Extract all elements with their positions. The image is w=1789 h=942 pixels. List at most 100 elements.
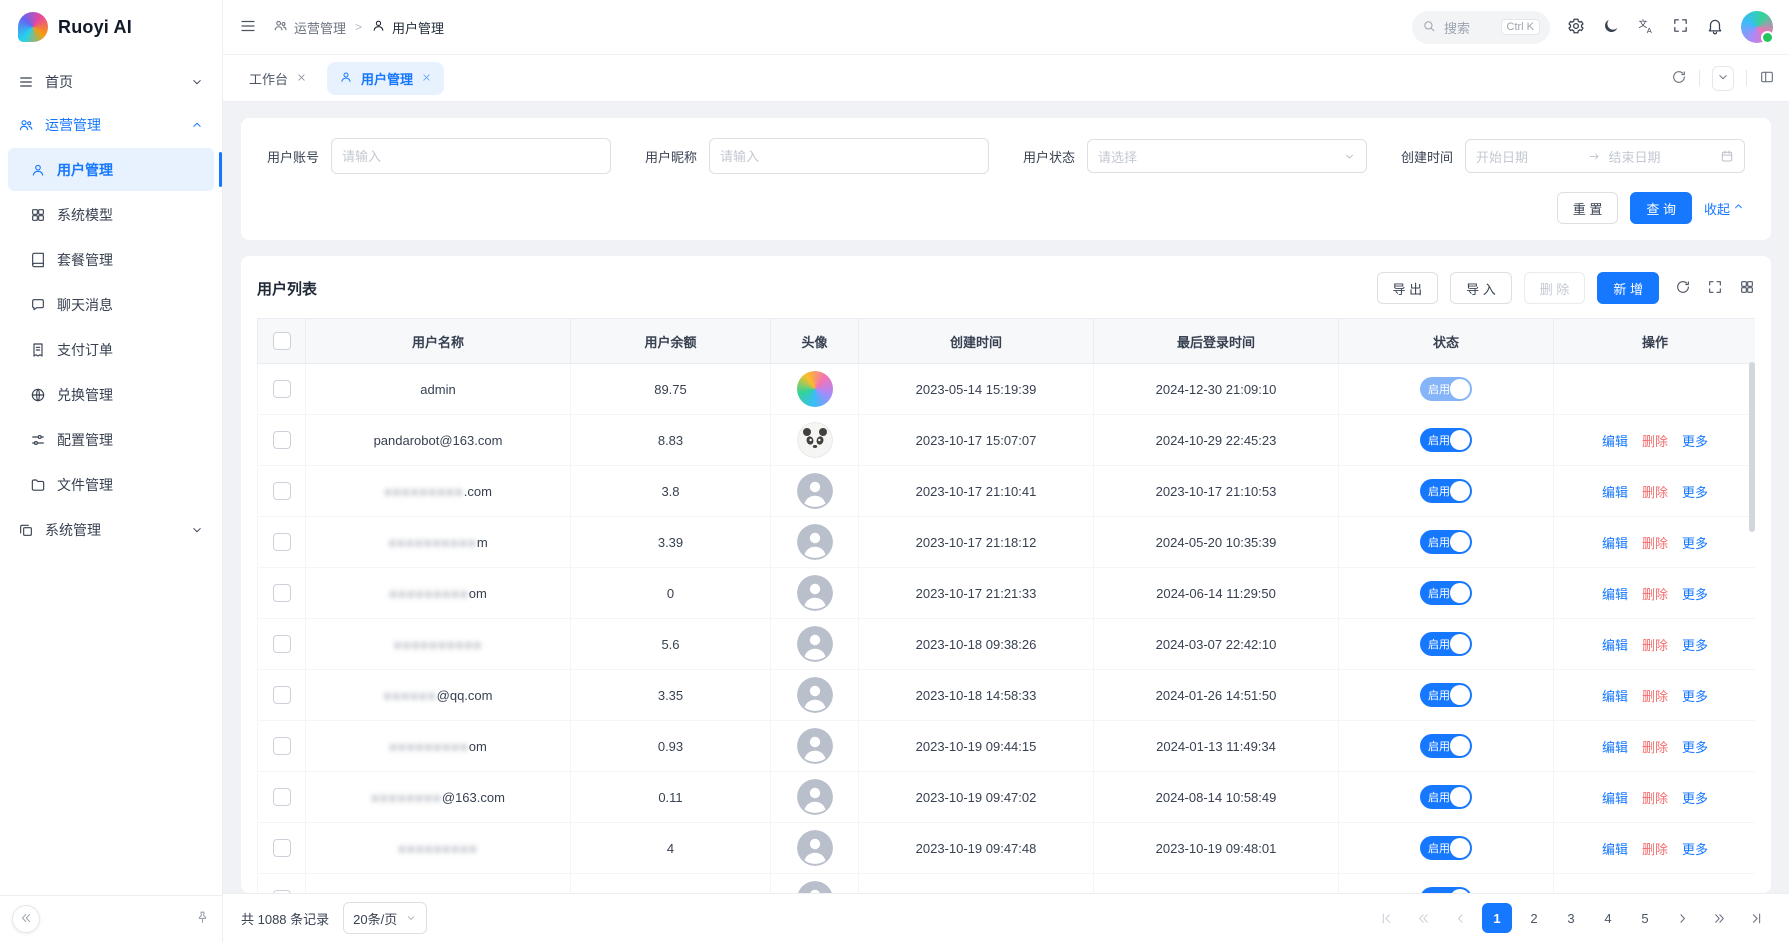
more-link[interactable]: 更多	[1682, 587, 1708, 602]
more-link[interactable]: 更多	[1682, 893, 1708, 894]
last-page-button[interactable]	[1741, 903, 1771, 933]
status-toggle[interactable]: 启用	[1420, 632, 1472, 656]
edit-link[interactable]: 编辑	[1602, 689, 1628, 704]
edit-link[interactable]: 编辑	[1602, 434, 1628, 449]
scrollbar-thumb[interactable]	[1749, 362, 1755, 532]
breadcrumb-item-user-management[interactable]: 用户管理	[371, 18, 444, 37]
close-icon[interactable]	[296, 71, 307, 86]
refresh-tab-button[interactable]	[1671, 69, 1687, 88]
global-search[interactable]: 搜索 Ctrl K	[1412, 11, 1550, 44]
row-checkbox[interactable]	[273, 635, 291, 653]
table-scrollbar[interactable]	[1749, 362, 1755, 893]
row-checkbox[interactable]	[273, 788, 291, 806]
sidebar-item-config-management[interactable]: 配置管理	[8, 418, 214, 461]
account-input[interactable]	[331, 138, 611, 174]
more-link[interactable]: 更多	[1682, 638, 1708, 653]
sidebar-item-exchange-management[interactable]: 兑换管理	[8, 373, 214, 416]
page-button-3[interactable]: 3	[1556, 903, 1586, 933]
sidebar-item-file-management[interactable]: 文件管理	[8, 463, 214, 506]
page-button-1[interactable]: 1	[1482, 903, 1512, 933]
page-button-2[interactable]: 2	[1519, 903, 1549, 933]
page-button-4[interactable]: 4	[1593, 903, 1623, 933]
table-fullscreen-button[interactable]	[1707, 279, 1723, 298]
status-toggle[interactable]: 启用	[1420, 530, 1472, 554]
more-link[interactable]: 更多	[1682, 434, 1708, 449]
sidebar-item-system-management[interactable]: 系统管理	[0, 508, 222, 551]
more-link[interactable]: 更多	[1682, 740, 1708, 755]
row-checkbox[interactable]	[273, 686, 291, 704]
delete-link[interactable]: 删除	[1642, 740, 1668, 755]
page-size-select[interactable]: 20条/页	[343, 902, 427, 934]
more-link[interactable]: 更多	[1682, 536, 1708, 551]
close-icon[interactable]	[421, 71, 432, 86]
status-toggle[interactable]: 启用	[1420, 836, 1472, 860]
notifications-button[interactable]	[1706, 17, 1724, 38]
sidebar-item-home[interactable]: 首页	[0, 60, 222, 103]
first-page-button[interactable]	[1371, 903, 1401, 933]
sidebar-collapse-button[interactable]	[12, 905, 40, 933]
jump-back-button[interactable]	[1408, 903, 1438, 933]
delete-link[interactable]: 删除	[1642, 587, 1668, 602]
sidebar-item-payment-orders[interactable]: 支付订单	[8, 328, 214, 371]
status-select[interactable]: 请选择	[1087, 139, 1367, 173]
dark-mode-button[interactable]	[1602, 17, 1620, 38]
tab-workbench[interactable]: 工作台	[237, 62, 319, 95]
delete-link[interactable]: 删除	[1642, 893, 1668, 894]
status-toggle[interactable]: 启用	[1420, 683, 1472, 707]
sidebar-item-operations[interactable]: 运营管理	[0, 103, 222, 146]
menu-toggle-icon[interactable]	[239, 17, 257, 38]
edit-link[interactable]: 编辑	[1602, 485, 1628, 500]
breadcrumb-item-operations[interactable]: 运营管理	[273, 18, 346, 37]
nickname-input[interactable]	[709, 138, 989, 174]
collapse-filters-link[interactable]: 收起	[1704, 199, 1745, 218]
search-button[interactable]: 查 询	[1630, 192, 1692, 224]
sidebar-item-chat-messages[interactable]: 聊天消息	[8, 283, 214, 326]
delete-link[interactable]: 删除	[1642, 842, 1668, 857]
column-settings-button[interactable]	[1739, 279, 1755, 298]
language-button[interactable]: 文A	[1637, 17, 1655, 38]
jump-forward-button[interactable]	[1704, 903, 1734, 933]
row-checkbox[interactable]	[273, 584, 291, 602]
sidebar-item-system-models[interactable]: 系统模型	[8, 193, 214, 236]
delete-link[interactable]: 删除	[1642, 638, 1668, 653]
status-toggle[interactable]: 启用	[1420, 581, 1472, 605]
row-checkbox[interactable]	[273, 890, 291, 893]
edit-link[interactable]: 编辑	[1602, 893, 1628, 894]
edit-link[interactable]: 编辑	[1602, 587, 1628, 602]
tab-options-button[interactable]	[1712, 66, 1734, 91]
status-toggle[interactable]: 启用	[1420, 377, 1472, 401]
edit-link[interactable]: 编辑	[1602, 536, 1628, 551]
more-link[interactable]: 更多	[1682, 842, 1708, 857]
sidebar-item-user-management[interactable]: 用户管理	[8, 148, 214, 191]
status-toggle[interactable]: 启用	[1420, 887, 1472, 893]
fullscreen-button[interactable]	[1672, 17, 1689, 37]
row-checkbox[interactable]	[273, 431, 291, 449]
date-range-picker[interactable]: 开始日期 结束日期	[1465, 139, 1745, 173]
delete-link[interactable]: 删除	[1642, 791, 1668, 806]
import-button[interactable]: 导 入	[1450, 272, 1512, 304]
edit-link[interactable]: 编辑	[1602, 791, 1628, 806]
select-all-checkbox[interactable]	[273, 332, 291, 350]
status-toggle[interactable]: 启用	[1420, 785, 1472, 809]
settings-button[interactable]	[1567, 17, 1585, 38]
more-link[interactable]: 更多	[1682, 791, 1708, 806]
delete-link[interactable]: 删除	[1642, 485, 1668, 500]
pin-icon[interactable]	[195, 910, 210, 928]
status-toggle[interactable]: 启用	[1420, 479, 1472, 503]
delete-link[interactable]: 删除	[1642, 536, 1668, 551]
delete-link[interactable]: 删除	[1642, 689, 1668, 704]
row-checkbox[interactable]	[273, 839, 291, 857]
row-checkbox[interactable]	[273, 482, 291, 500]
row-checkbox[interactable]	[273, 380, 291, 398]
delete-link[interactable]: 删除	[1642, 434, 1668, 449]
row-checkbox[interactable]	[273, 533, 291, 551]
refresh-table-button[interactable]	[1675, 279, 1691, 298]
page-button-5[interactable]: 5	[1630, 903, 1660, 933]
row-checkbox[interactable]	[273, 737, 291, 755]
add-button[interactable]: 新 增	[1597, 272, 1659, 304]
edit-link[interactable]: 编辑	[1602, 740, 1628, 755]
previous-page-button[interactable]	[1445, 903, 1475, 933]
next-page-button[interactable]	[1667, 903, 1697, 933]
more-link[interactable]: 更多	[1682, 485, 1708, 500]
reset-button[interactable]: 重 置	[1557, 192, 1619, 224]
